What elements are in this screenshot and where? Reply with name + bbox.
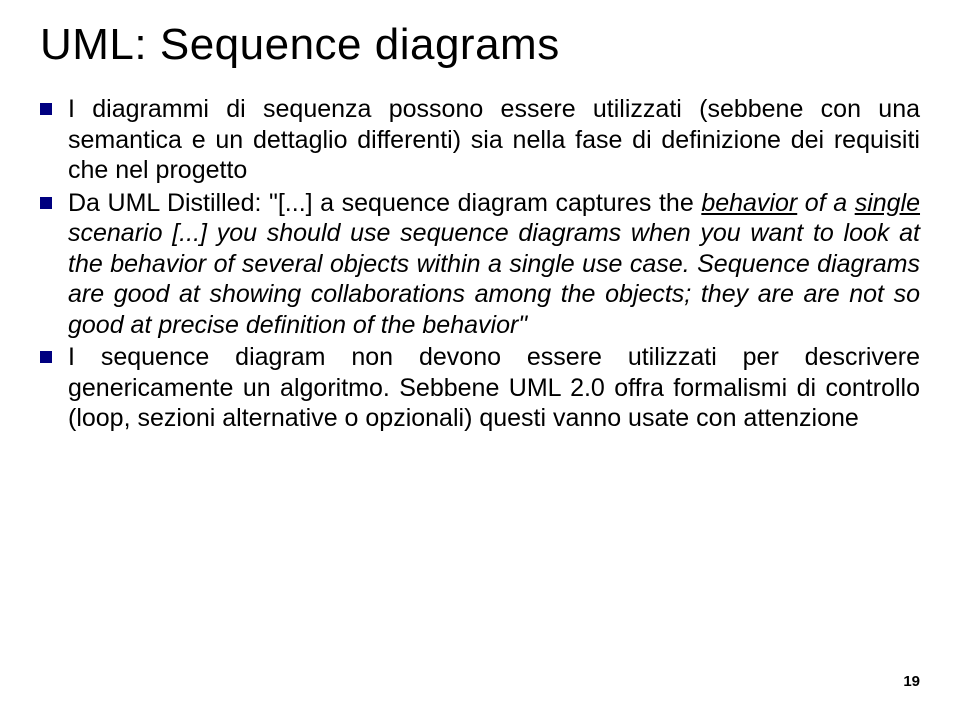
quote-mid-1: of a — [797, 189, 854, 217]
page-number: 19 — [903, 673, 920, 690]
bullet-item-3: I sequence diagram non devono essere uti… — [40, 342, 920, 434]
square-bullet-icon — [40, 351, 52, 363]
quote-underline-2: single — [855, 189, 920, 217]
quote-underline-1: behavior — [701, 189, 797, 217]
bullet-item-1: I diagrammi di sequenza possono essere u… — [40, 94, 920, 186]
quote-prefix: Da UML Distilled: "[...] a sequence diag… — [68, 189, 701, 217]
slide-content: I diagrammi di sequenza possono essere u… — [40, 94, 920, 434]
slide-title: UML: Sequence diagrams — [40, 20, 920, 70]
bullet-text-3: I sequence diagram non devono essere uti… — [68, 342, 920, 434]
square-bullet-icon — [40, 197, 52, 209]
square-bullet-icon — [40, 103, 52, 115]
quote-mid-2: scenario [...] you should use sequence d… — [68, 219, 920, 339]
bullet-item-2: Da UML Distilled: "[...] a sequence diag… — [40, 188, 920, 341]
bullet-text-1: I diagrammi di sequenza possono essere u… — [68, 94, 920, 186]
bullet-text-2: Da UML Distilled: "[...] a sequence diag… — [68, 188, 920, 341]
